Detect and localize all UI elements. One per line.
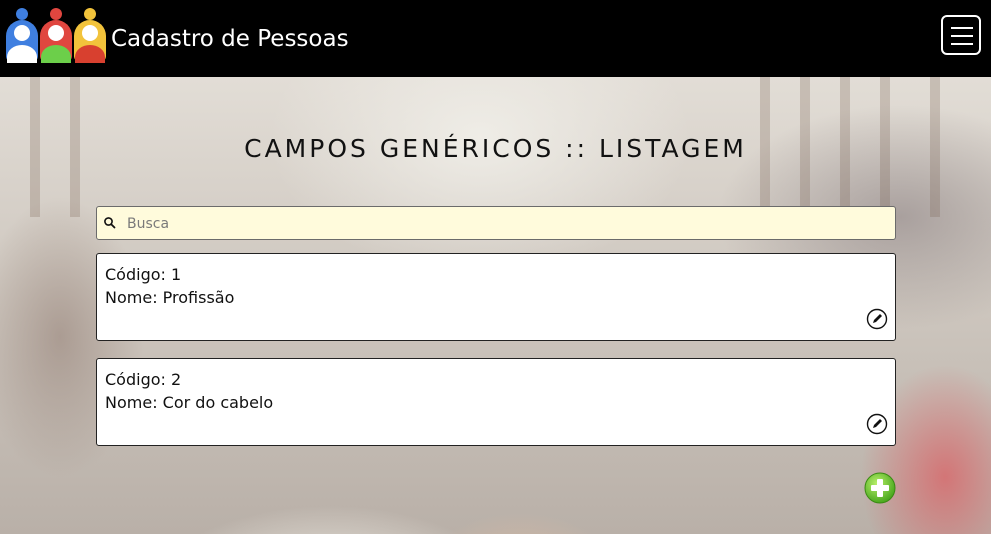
record-card: Código: 1 Nome: Profissão [96, 253, 896, 341]
search-input[interactable] [125, 207, 889, 241]
record-code: Código: 2 [105, 370, 182, 389]
pencil-icon[interactable] [866, 308, 888, 330]
record-code: Código: 1 [105, 265, 182, 284]
page-title: CAMPOS GENÉRICOS :: LISTAGEM [244, 134, 747, 163]
hamburger-menu-button[interactable] [941, 15, 981, 55]
pencil-icon[interactable] [866, 413, 888, 435]
record-name: Nome: Cor do cabelo [105, 393, 274, 412]
hamburger-icon [951, 27, 973, 29]
plus-circle-icon[interactable] [864, 472, 896, 504]
record-name: Nome: Profissão [105, 288, 235, 307]
top-navbar: Cadastro de Pessoas [0, 0, 991, 77]
record-card: Código: 2 Nome: Cor do cabelo [96, 358, 896, 446]
search-bar[interactable] [96, 206, 896, 241]
people-group-icon[interactable] [4, 6, 108, 64]
app-title[interactable]: Cadastro de Pessoas [111, 22, 349, 56]
search-icon [104, 217, 116, 229]
